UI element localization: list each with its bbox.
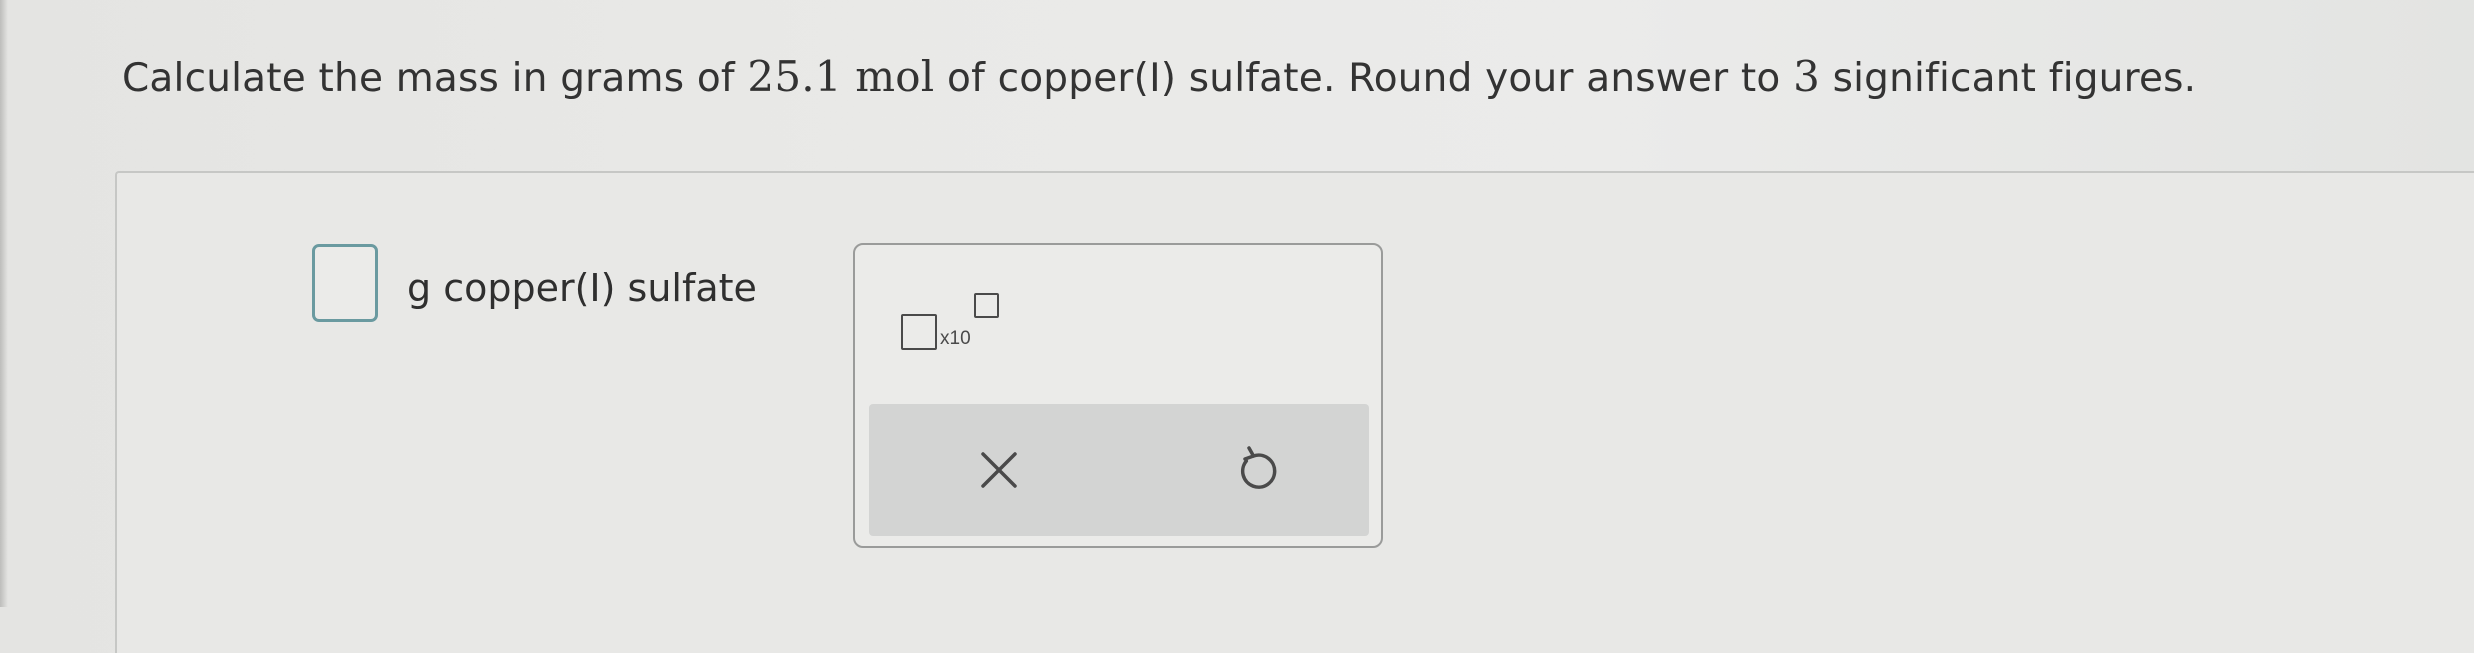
question-pre: Calculate the mass in grams of [122, 56, 748, 101]
question-mid: of copper(I) sulfate. Round your answer … [934, 56, 1794, 101]
question-text: Calculate the mass in grams of 25.1 mol … [122, 52, 2196, 101]
sci-exponent-box-icon [974, 293, 999, 318]
undo-icon [1240, 446, 1277, 489]
scientific-notation-button[interactable]: x10 [899, 289, 1009, 361]
question-sig-figs: 3 [1793, 52, 1820, 101]
clear-button[interactable] [969, 440, 1029, 500]
math-palette: x10 [853, 243, 1383, 548]
question-amount: 25.1 mol [747, 52, 935, 101]
answer-input[interactable] [312, 244, 378, 322]
sci-x10-label: x10 [940, 328, 971, 349]
unit-label: g copper(I) sulfate [407, 266, 757, 310]
page-edge-shadow [0, 0, 8, 607]
question-post: significant figures. [1819, 56, 2197, 101]
undo-button[interactable] [1229, 440, 1289, 500]
action-bar [869, 404, 1369, 536]
sci-base-box-icon [901, 314, 937, 350]
x-icon [981, 452, 1017, 488]
